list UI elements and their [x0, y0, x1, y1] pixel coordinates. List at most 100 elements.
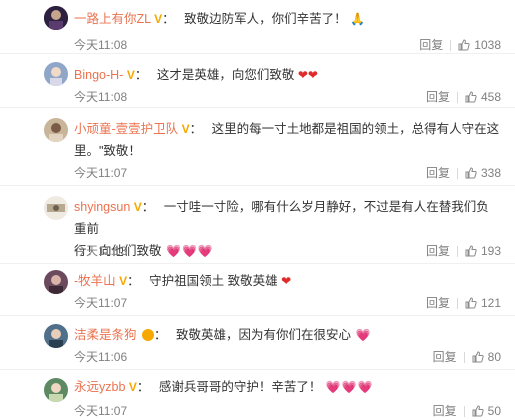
username-link[interactable]: 洁柔是条狗	[74, 328, 137, 342]
reply-button[interactable]: 回复	[419, 36, 443, 54]
avatar-image-icon	[44, 270, 68, 294]
colon: ：	[189, 122, 203, 136]
pray-emoji-icon: 🙏	[350, 12, 366, 26]
verified-badge: V	[128, 380, 137, 394]
comment-text-block: Bingo-H- V： 这才是英雄，向您们致敬 ❤❤	[74, 64, 501, 86]
pink-heart-emoji-icon: 💗	[341, 380, 357, 394]
like-count: 121	[480, 296, 501, 310]
comment-time: 今天11:13	[74, 244, 128, 258]
divider	[456, 245, 458, 257]
thumbs-up-icon	[458, 39, 470, 51]
like-button[interactable]: 458	[465, 88, 501, 106]
reply-button[interactable]: 回复	[433, 402, 457, 420]
red-heart-emoji-icon: ❤	[297, 68, 308, 82]
comment-actions: 回复 50	[433, 402, 501, 420]
reply-button[interactable]: 回复	[426, 242, 450, 260]
comment-actions: 回复 193	[426, 242, 501, 260]
comment-meta: 今天11:07 回复 338	[74, 164, 501, 182]
comment-text-block: -牧羊山 V： 守护祖国领土 致敬英雄 ❤	[74, 270, 501, 292]
avatar-image-icon	[44, 62, 68, 86]
comment-meta: 今天11:13 回复 193	[74, 242, 501, 260]
membership-badge-icon	[142, 329, 154, 341]
comment-text-block: 小顽童-壹壹护卫队 V： 这里的每一寸土地都是祖国的领土，总得有人守在这 里。"…	[74, 118, 501, 162]
username-link[interactable]: Bingo-H-	[74, 68, 123, 82]
thumbs-up-icon	[472, 405, 484, 417]
comment-text-block: 一路上有你ZL V： 致敬边防军人，你们辛苦了！ 🙏	[74, 8, 501, 30]
comment-time: 今天11:07	[74, 404, 128, 418]
comment-meta: 今天11:07 回复 50	[74, 402, 501, 420]
comment-actions: 回复 80	[433, 348, 501, 366]
colon: ：	[141, 200, 155, 214]
like-count: 1038	[474, 38, 501, 52]
avatar[interactable]	[44, 378, 68, 402]
reply-button[interactable]: 回复	[433, 348, 457, 366]
like-button[interactable]: 1038	[458, 36, 501, 54]
avatar[interactable]	[44, 118, 68, 142]
colon: ：	[127, 274, 140, 288]
reply-button[interactable]: 回复	[426, 88, 450, 106]
comment-item: -牧羊山 V： 守护祖国领土 致敬英雄 ❤ 今天11:07 回复 121	[0, 268, 515, 316]
comment-content: 守护祖国领土 致敬英雄	[149, 274, 278, 288]
comment-content: 致敬英雄，因为有你们在很安心	[176, 328, 352, 342]
comment-content-continued: 里。"致敬！	[74, 144, 141, 158]
reply-button[interactable]: 回复	[426, 294, 450, 312]
like-count: 458	[480, 90, 501, 104]
reply-button[interactable]: 回复	[426, 164, 450, 182]
comment-content: 这才是英雄，向您们致敬	[156, 68, 295, 82]
like-button[interactable]: 193	[465, 242, 501, 260]
pink-heart-emoji-icon: 💗	[357, 380, 373, 394]
comment-text-block: 洁柔是条狗 ： 致敬英雄，因为有你们在很安心 💗	[74, 324, 501, 346]
like-count: 50	[487, 404, 501, 418]
avatar-image-icon	[44, 196, 68, 220]
username-link[interactable]: shyingsun	[74, 200, 130, 214]
comment-time: 今天11:08	[74, 90, 128, 104]
avatar-image-icon	[44, 6, 68, 30]
username-link[interactable]: -牧羊山	[74, 274, 116, 288]
divider	[456, 91, 458, 103]
pink-heart-emoji-icon: 💗	[325, 380, 341, 394]
comment-item: shyingsun V： 一寸哇一寸险，哪有什么岁月静好，不过是有人在替我们负重…	[0, 192, 515, 264]
comment-item: 小顽童-壹壹护卫队 V： 这里的每一寸土地都是祖国的领土，总得有人守在这 里。"…	[0, 114, 515, 186]
like-count: 80	[487, 350, 501, 364]
comment-time: 今天11:07	[74, 166, 128, 180]
like-button[interactable]: 338	[465, 164, 501, 182]
username-link[interactable]: 小顽童-壹壹护卫队	[74, 122, 178, 136]
comment-item: 洁柔是条狗 ： 致敬英雄，因为有你们在很安心 💗 今天11:06 回复 80	[0, 322, 515, 370]
comment-actions: 回复 458	[426, 88, 501, 106]
username-link[interactable]: 一路上有你ZL	[74, 12, 151, 26]
thumbs-up-icon	[472, 351, 484, 363]
comment-meta: 今天11:08 回复 1038	[74, 36, 501, 54]
avatar[interactable]	[44, 6, 68, 30]
comment-item: 永远yzbb V： 感谢兵哥哥的守护！辛苦了！ 💗💗💗 今天11:07 回复 5…	[0, 374, 515, 420]
divider	[463, 405, 465, 417]
comment-text-block: 永远yzbb V： 感谢兵哥哥的守护！辛苦了！ 💗💗💗	[74, 376, 501, 398]
like-count: 338	[480, 166, 501, 180]
comment-list: 一路上有你ZL V： 致敬边防军人，你们辛苦了！ 🙏 今天11:08 回复 10…	[0, 0, 515, 420]
avatar[interactable]	[44, 196, 68, 220]
like-button[interactable]: 80	[472, 348, 501, 366]
comment-item: 一路上有你ZL V： 致敬边防军人，你们辛苦了！ 🙏 今天11:08 回复 10…	[0, 6, 515, 54]
avatar[interactable]	[44, 62, 68, 86]
like-button[interactable]: 121	[465, 294, 501, 312]
like-button[interactable]: 50	[472, 402, 501, 420]
divider	[463, 351, 465, 363]
thumbs-up-icon	[465, 297, 477, 309]
thumbs-up-icon	[465, 245, 477, 257]
divider	[450, 39, 452, 51]
username-link[interactable]: 永远yzbb	[74, 380, 125, 394]
red-heart-emoji-icon: ❤	[281, 274, 292, 288]
comment-meta: 今天11:08 回复 458	[74, 88, 501, 106]
like-count: 193	[480, 244, 501, 258]
comment-content: 感谢兵哥哥的守护！辛苦了！	[158, 380, 322, 394]
colon: ：	[134, 68, 148, 82]
colon: ：	[136, 380, 150, 394]
comment-content: 致敬边防军人，你们辛苦了！	[184, 12, 347, 26]
avatar[interactable]	[44, 324, 68, 348]
avatar-image-icon	[44, 118, 68, 142]
verified-badge: V	[133, 200, 142, 214]
avatar[interactable]	[44, 270, 68, 294]
thumbs-up-icon	[465, 167, 477, 179]
colon: ：	[154, 328, 167, 342]
divider	[456, 297, 458, 309]
comment-actions: 回复 121	[426, 294, 501, 312]
